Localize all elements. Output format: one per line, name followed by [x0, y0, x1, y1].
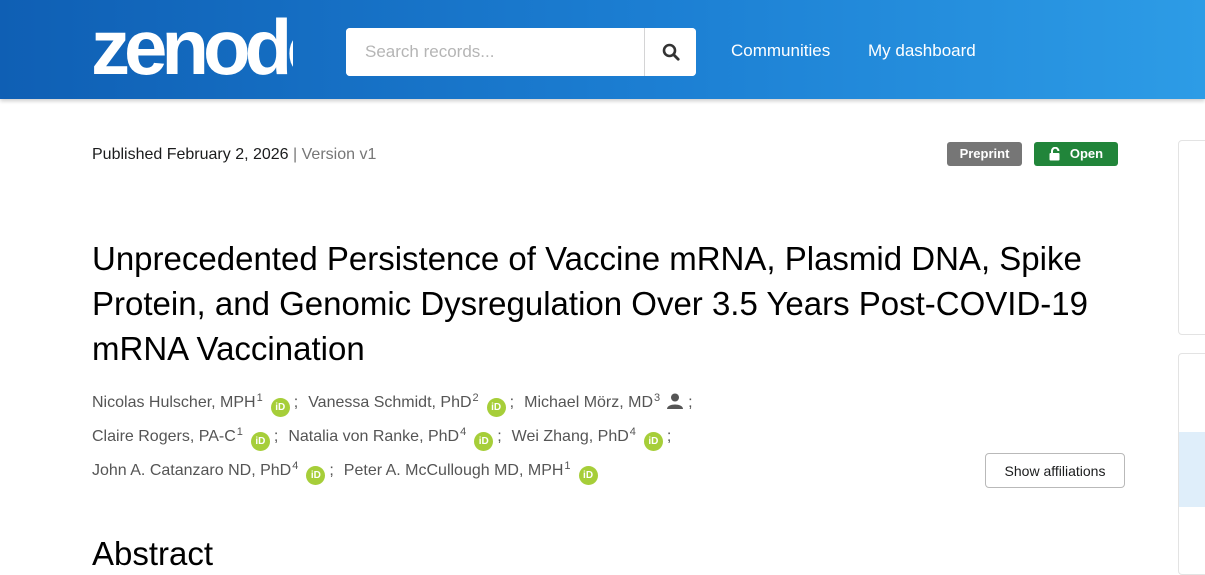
person-icon: [667, 393, 684, 409]
orcid-icon[interactable]: iD: [270, 398, 290, 417]
affiliation-number: 4: [629, 426, 636, 438]
author-separator: ;: [666, 428, 672, 445]
nav-my-dashboard[interactable]: My dashboard: [868, 41, 976, 61]
creator-name-text: Wei Zhang, PhD: [511, 428, 629, 445]
orcid-icon[interactable]: iD: [474, 432, 494, 451]
affiliation-number: 1: [564, 460, 571, 472]
record-title: Unprecedented Persistence of Vaccine mRN…: [92, 240, 1088, 367]
publication-info: Published February 2, 2026 | Version v1: [92, 146, 376, 164]
site-header: zenodo Communities My dashboard: [0, 0, 1205, 99]
orcid-icon[interactable]: iD: [643, 432, 663, 451]
show-affiliations-button[interactable]: Show affiliations: [985, 453, 1125, 488]
author-separator: ;: [329, 462, 334, 479]
published-date: Published February 2, 2026: [92, 146, 289, 163]
nav-communities[interactable]: Communities: [731, 41, 830, 61]
creator-name-text: Claire Rogers, PA-C: [92, 428, 236, 445]
author-separator: ;: [497, 428, 502, 445]
affiliation-number: 4: [460, 426, 467, 438]
creators-line: Nicolas Hulscher, MPH1 iD; Vanessa Schmidt…: [92, 386, 972, 420]
creator-name-text: Vanessa Schmidt, PhD: [308, 394, 472, 411]
sidebar-card: [1178, 353, 1205, 575]
resource-type-badge: Preprint: [947, 142, 1022, 166]
creator-name-text: Natalia von Ranke, PhD: [288, 428, 460, 445]
orcid-icon[interactable]: iD: [578, 466, 598, 485]
creator-name[interactable]: John A. Catanzaro ND, PhD4: [92, 460, 299, 479]
affiliation-number: 3: [654, 392, 661, 404]
creators-list: Nicolas Hulscher, MPH1iD; Vanessa Schmidt…: [92, 386, 972, 488]
logo-text: zenodo: [91, 14, 293, 82]
creator-name[interactable]: Nicolas Hulscher, MPH1: [92, 392, 263, 411]
author-separator: ;: [509, 394, 515, 411]
creator-name-text: Nicolas Hulscher, MPH: [92, 394, 256, 411]
unlock-icon: [1049, 147, 1060, 161]
search-input[interactable]: [346, 28, 644, 76]
sidebar-highlight: [1179, 432, 1205, 507]
affiliation-number: 1: [256, 392, 263, 404]
creator-name-text: John A. Catanzaro ND, PhD: [92, 462, 292, 479]
creator-name[interactable]: Vanessa Schmidt, PhD2: [308, 392, 479, 411]
author-separator: ;: [293, 394, 299, 411]
creators-line: Claire Rogers, PA-C1 iD; Natalia von Ranke…: [92, 420, 972, 454]
affiliation-number: 4: [292, 460, 299, 472]
creator-name[interactable]: Claire Rogers, PA-C1: [92, 426, 243, 445]
orcid-icon[interactable]: iD: [486, 398, 506, 417]
search-button[interactable]: [644, 28, 696, 76]
creator-name[interactable]: Natalia von Ranke, PhD4: [288, 426, 467, 445]
zenodo-logo[interactable]: zenodo: [91, 14, 293, 82]
affiliation-number: 1: [236, 426, 243, 438]
version-label: | Version v1: [288, 146, 377, 163]
author-separator: ;: [688, 394, 693, 411]
creators-line: John A. Catanzaro ND, PhD4 iD; Peter A. Mc…: [92, 454, 972, 488]
search-bar: [346, 28, 696, 76]
creator-name[interactable]: Peter A. McCullough MD, MPH1: [343, 460, 571, 479]
sidebar-card: [1178, 140, 1205, 335]
access-status-badge[interactable]: Open: [1034, 142, 1118, 166]
creator-name-text: Michael Mörz, MD: [524, 394, 654, 411]
access-status-label: Open: [1069, 146, 1104, 161]
orcid-icon[interactable]: iD: [250, 432, 270, 451]
orcid-icon[interactable]: iD: [306, 466, 326, 485]
creator-name[interactable]: Michael Mörz, MD3: [524, 392, 661, 411]
abstract-heading: Abstract: [92, 535, 214, 572]
search-icon: [662, 43, 680, 61]
author-separator: ;: [273, 428, 279, 445]
affiliation-number: 2: [472, 392, 479, 404]
creator-name-text: Peter A. McCullough MD, MPH: [343, 462, 564, 479]
creator-name[interactable]: Wei Zhang, PhD4: [511, 426, 636, 445]
